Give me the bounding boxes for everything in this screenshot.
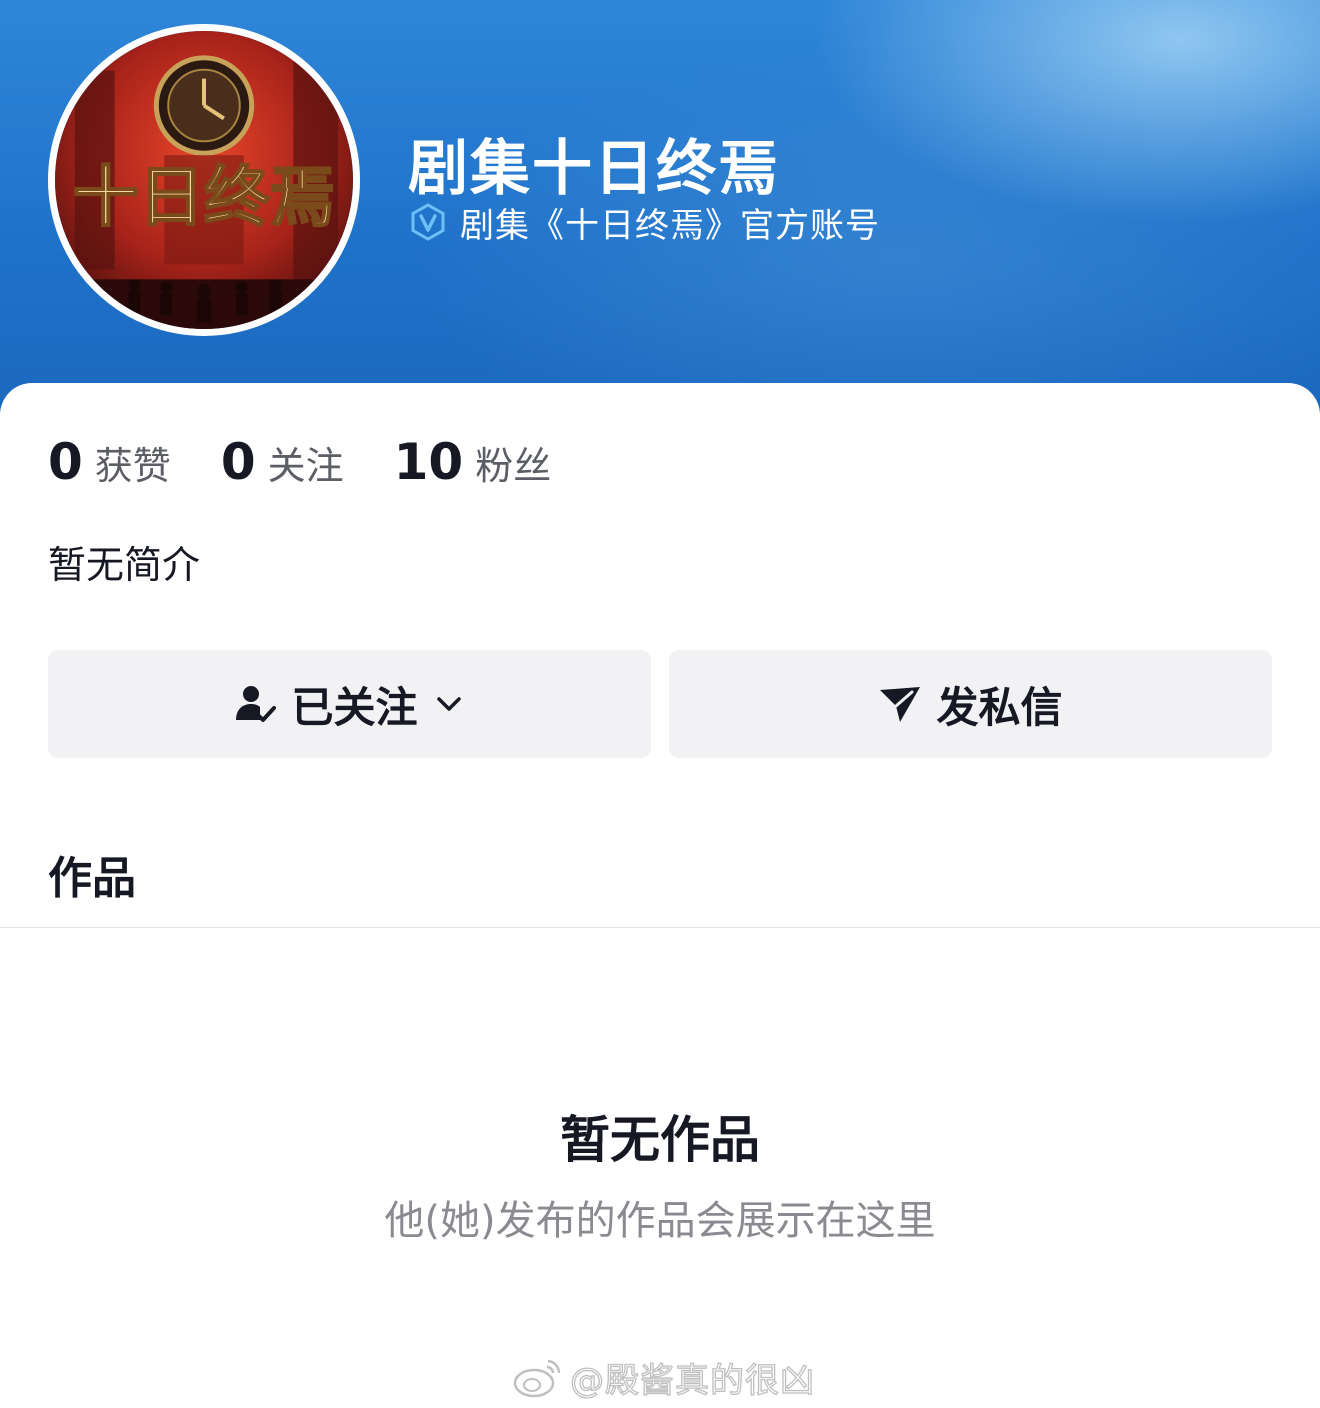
stat-following-count: 0 [220, 433, 256, 491]
following-button-label: 已关注 [291, 682, 418, 732]
watermark: @殿酱真的很凶 [512, 1352, 815, 1402]
avatar-title-text: 十日终焉 [73, 159, 335, 236]
profile-bio: 暂无简介 [48, 543, 201, 587]
send-message-button[interactable]: 发私信 [669, 650, 1272, 758]
verification-line: 剧集《十日终焉》官方账号 [408, 200, 880, 246]
send-message-label: 发私信 [936, 682, 1063, 732]
verification-text: 剧集《十日终焉》官方账号 [460, 205, 880, 246]
stat-followers-label: 粉丝 [475, 443, 552, 488]
avatar-image: 十日终焉 [55, 31, 353, 329]
stat-likes-label: 获赞 [94, 443, 171, 488]
avatar[interactable]: 十日终焉 [48, 24, 360, 336]
stat-likes-count: 0 [48, 433, 83, 491]
section-divider [0, 927, 1320, 928]
following-button[interactable]: 已关注 [48, 650, 651, 758]
verified-v-icon [408, 202, 448, 242]
chevron-down-icon [432, 687, 466, 721]
stat-likes[interactable]: 0 获赞 [48, 433, 171, 491]
works-section-title[interactable]: 作品 [48, 842, 136, 906]
stat-followers-count: 10 [393, 433, 464, 491]
stat-followers[interactable]: 10 粉丝 [394, 433, 552, 491]
user-check-icon [233, 682, 277, 726]
stat-following-label: 关注 [267, 443, 344, 488]
profile-name: 剧集十日终焉 [408, 134, 780, 204]
send-icon [878, 682, 922, 726]
stat-following[interactable]: 0 关注 [221, 433, 344, 491]
empty-works-subtitle: 他(她)发布的作品会展示在这里 [384, 1198, 936, 1244]
weibo-logo-icon [512, 1355, 564, 1399]
profile-stats: 0 获赞 0 关注 10 粉丝 [48, 430, 601, 494]
empty-works-title: 暂无作品 [560, 1111, 760, 1169]
watermark-text: @殿酱真的很凶 [569, 1360, 815, 1401]
